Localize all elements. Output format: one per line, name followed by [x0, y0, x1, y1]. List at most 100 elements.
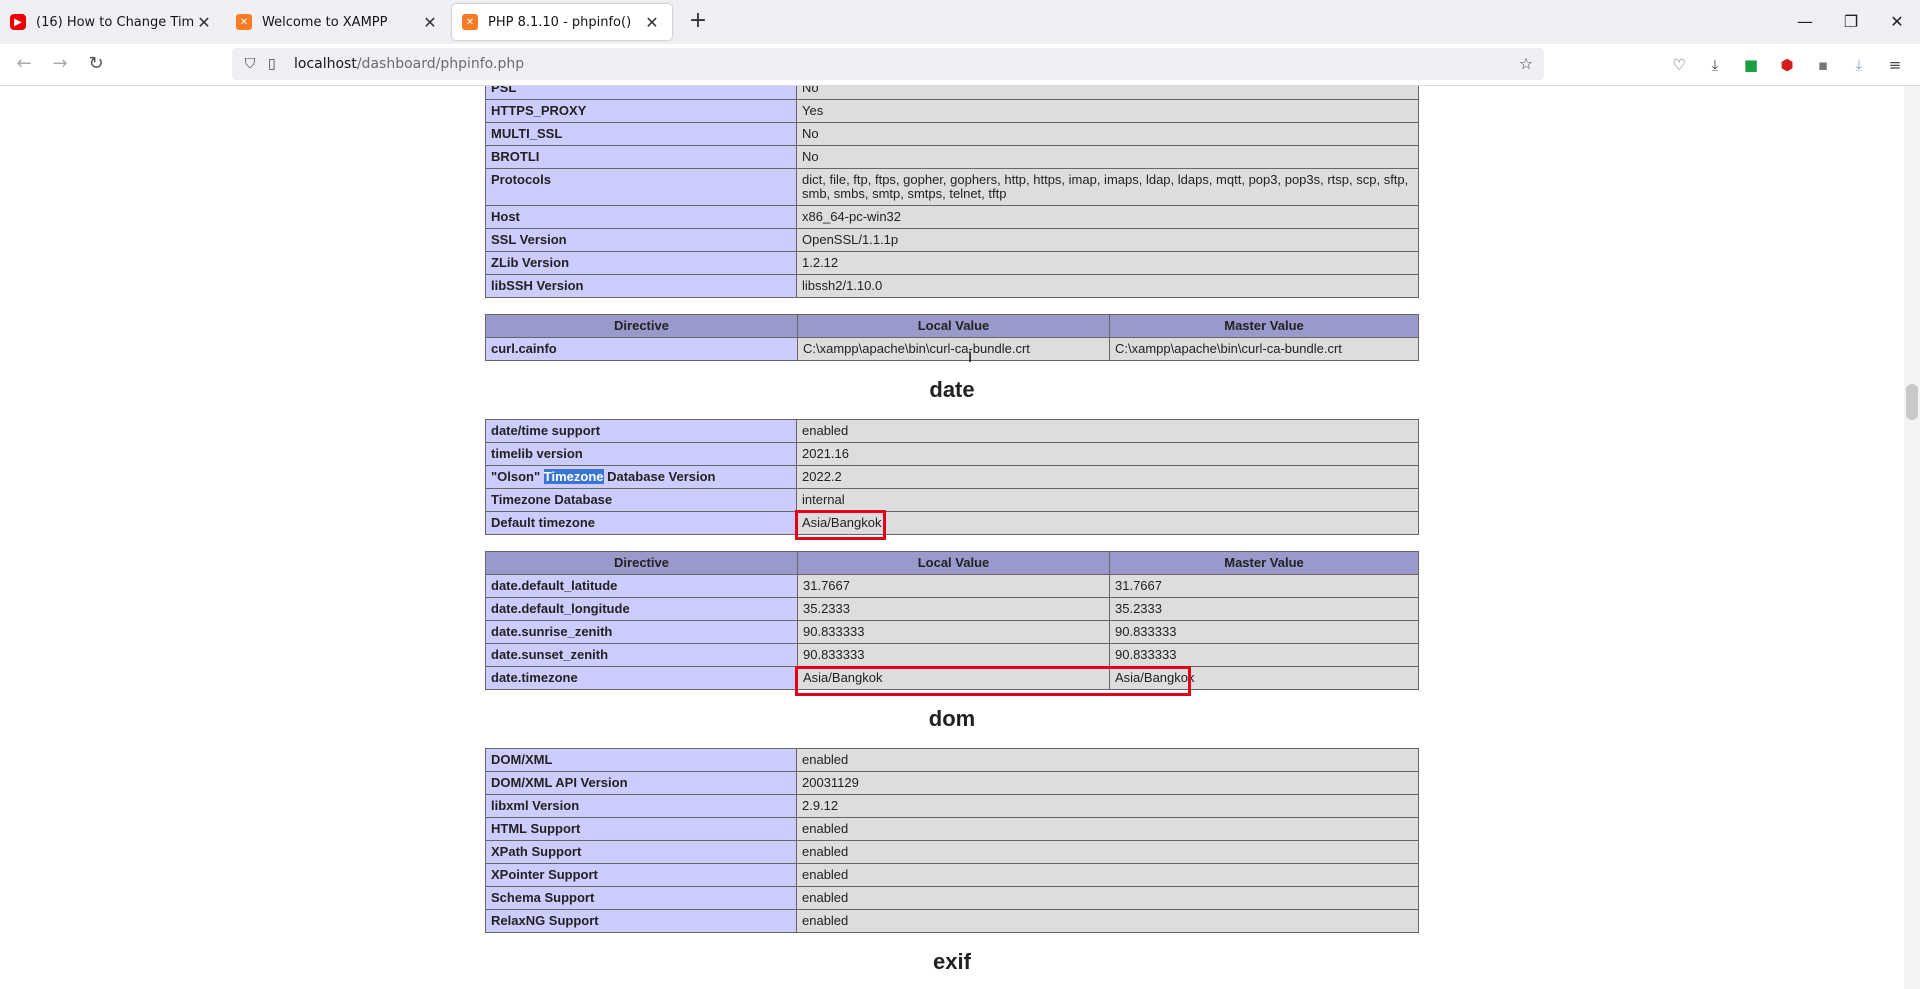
table-row: PSL No [485, 86, 1419, 100]
extension-green-icon[interactable]: ■ [1740, 54, 1762, 76]
tab-title: (16) How to Change Time Zone [36, 14, 194, 30]
key-cell: BROTLI [485, 145, 797, 169]
key-cell: libxml Version [485, 794, 797, 818]
table-row: SSL Version OpenSSL/1.1.1p [485, 228, 1419, 252]
key-cell: DOM/XML [485, 748, 797, 772]
value-cell: dict, file, ftp, ftps, gopher, gophers, … [796, 168, 1419, 206]
extension-gray-icon[interactable]: ▪ [1812, 54, 1834, 76]
section-heading-exif: exif [933, 949, 971, 974]
value-cell: OpenSSL/1.1.1p [796, 228, 1419, 252]
key-cell: date.default_latitude [485, 574, 798, 598]
scrollbar-thumb[interactable] [1906, 384, 1918, 420]
key-cell: date.sunset_zenith [485, 643, 798, 667]
key-cell: Default timezone [485, 511, 797, 535]
column-header: Master Value [1109, 314, 1419, 338]
value-cell: 2021.16 [796, 442, 1419, 466]
bookmark-star-icon[interactable]: ☆ [1516, 54, 1536, 74]
table-header-row: Directive Local Value Master Value [485, 551, 1419, 575]
value-cell: enabled [796, 748, 1419, 772]
date-directive-table: Directive Local Value Master Value date.de… [485, 551, 1419, 690]
vertical-scrollbar[interactable] [1904, 86, 1920, 989]
value-cell: 20031129 [796, 771, 1419, 795]
minimize-button[interactable]: — [1782, 0, 1828, 44]
section-heading-dom: dom [928, 706, 976, 731]
value-cell: enabled [796, 863, 1419, 887]
close-icon[interactable]: ✕ [642, 13, 662, 32]
menu-icon[interactable]: ≡ [1884, 54, 1906, 76]
close-window-button[interactable]: ✕ [1874, 0, 1920, 44]
key-cell: "Olson" Timezone Database Version [485, 465, 797, 489]
extension-shield-icon[interactable]: ⬢ [1776, 54, 1798, 76]
key-cell: RelaxNG Support [485, 909, 797, 933]
value-cell: enabled [796, 840, 1419, 864]
table-header-row: Directive Local Value Master Value [485, 314, 1419, 338]
address-bar[interactable]: ⛉ ▯ localhost/dashboard/phpinfo.php ☆ [232, 48, 1544, 80]
tab-xampp-welcome[interactable]: ✕ Welcome to XAMPP ✕ [226, 0, 450, 44]
value-cell: 31.7667 [797, 574, 1110, 598]
value-cell: No [796, 145, 1419, 169]
table-row: DOM/XML enabled [485, 748, 1419, 772]
value-cell: 1.2.12 [796, 251, 1419, 275]
table-row: timelib version 2021.16 [485, 442, 1419, 466]
value-cell: enabled [796, 817, 1419, 841]
value-cell: No [796, 86, 1419, 100]
reload-button[interactable]: ↻ [82, 50, 110, 78]
pocket-icon[interactable]: ♡ [1668, 54, 1690, 76]
key-cell: Host [485, 205, 797, 229]
table-row: libSSH Version libssh2/1.10.0 [485, 274, 1419, 298]
close-icon[interactable]: ✕ [420, 13, 440, 32]
forward-button[interactable]: → [46, 50, 74, 78]
table-row: Host x86_64-pc-win32 [485, 205, 1419, 229]
table-row: BROTLI No [485, 145, 1419, 169]
key-cell: PSL [485, 86, 797, 100]
value-cell: Yes [796, 99, 1419, 123]
table-row: date/time support enabled [485, 419, 1419, 443]
new-tab-button[interactable]: + [684, 8, 712, 36]
key-cell: SSL Version [485, 228, 797, 252]
restore-button[interactable]: ❐ [1828, 0, 1874, 44]
table-row: date.default_latitude 31.7667 31.7667 [485, 574, 1419, 598]
value-cell: 31.7667 [1109, 574, 1419, 598]
key-text: "Olson" [491, 469, 544, 484]
value-cell: enabled [796, 886, 1419, 910]
table-row: DOM/XML API Version 20031129 [485, 771, 1419, 795]
key-cell: Timezone Database [485, 488, 797, 512]
tab-title: PHP 8.1.10 - phpinfo() [488, 14, 632, 30]
value-cell: Asia/Bangkok [796, 511, 1419, 535]
tab-title: Welcome to XAMPP [262, 14, 388, 30]
shield-icon[interactable]: ⛉ [240, 54, 260, 74]
download-arrow-icon[interactable]: ⤓ [1848, 54, 1870, 76]
xampp-icon: ✕ [462, 14, 478, 30]
table-row: libxml Version 2.9.12 [485, 794, 1419, 818]
table-row: ZLib Version 1.2.12 [485, 251, 1419, 275]
close-icon[interactable]: ✕ [194, 13, 214, 32]
column-header: Directive [485, 314, 798, 338]
table-row: Schema Support enabled [485, 886, 1419, 910]
url-text[interactable]: localhost/dashboard/phpinfo.php [294, 48, 524, 80]
key-cell: HTTPS_PROXY [485, 99, 797, 123]
value-cell: 35.2333 [797, 597, 1110, 621]
value-cell: No [796, 122, 1419, 146]
downloads-icon[interactable]: ⤓ [1704, 54, 1726, 76]
tab-phpinfo[interactable]: ✕ PHP 8.1.10 - phpinfo() ✕ [452, 4, 672, 40]
selected-text: Timezone [543, 469, 604, 484]
key-cell: HTML Support [485, 817, 797, 841]
tab-youtube[interactable]: ▶ (16) How to Change Time Zone ✕ [0, 0, 224, 44]
table-row: HTML Support enabled [485, 817, 1419, 841]
table-row: XPath Support enabled [485, 840, 1419, 864]
value-cell: Asia/Bangkok [797, 666, 1110, 690]
value-cell: internal [796, 488, 1419, 512]
phpinfo-content: PSL No HTTPS_PROXY Yes MULTI_SSL No BROTLI N… [485, 86, 1419, 989]
page-icon[interactable]: ▯ [268, 54, 284, 74]
dom-info-table: DOM/XML enabled DOM/XML API Version 200311… [485, 748, 1419, 933]
youtube-icon: ▶ [10, 14, 26, 30]
back-button[interactable]: ← [10, 50, 38, 78]
value-cell: 90.833333 [797, 620, 1110, 644]
table-row: MULTI_SSL No [485, 122, 1419, 146]
table-row: date.sunrise_zenith 90.833333 90.833333 [485, 620, 1419, 644]
column-header: Local Value [797, 314, 1110, 338]
value-cell: 90.833333 [1109, 620, 1419, 644]
value-cell: 2.9.12 [796, 794, 1419, 818]
key-cell: date.default_longitude [485, 597, 798, 621]
key-text: Database Version [603, 469, 716, 484]
